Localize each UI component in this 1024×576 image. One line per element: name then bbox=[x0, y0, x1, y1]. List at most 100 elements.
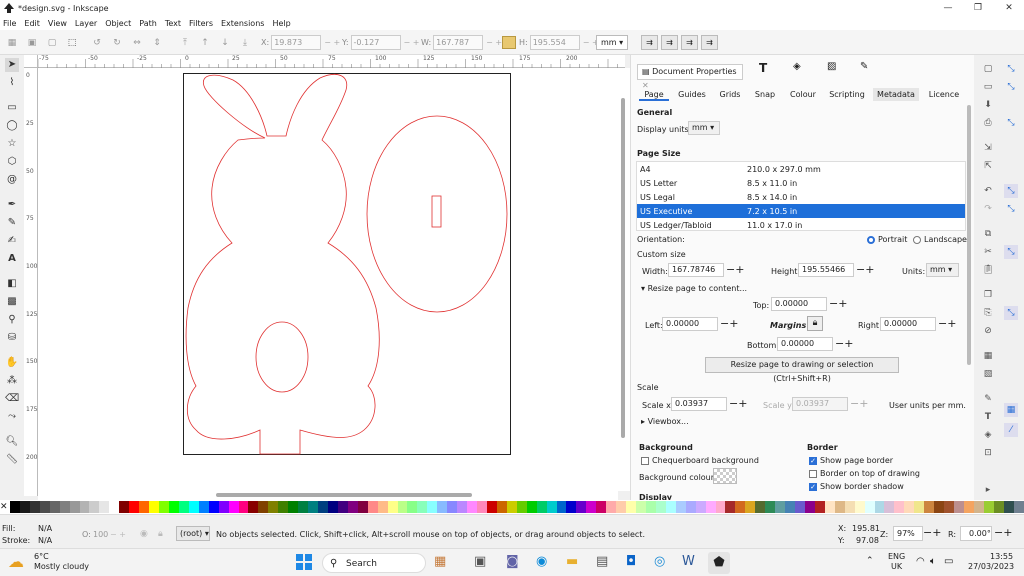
colour-swatch[interactable] bbox=[685, 501, 696, 513]
tab-snap[interactable]: Snap bbox=[751, 88, 779, 101]
open-icon[interactable]: ▭ bbox=[981, 80, 995, 94]
weather-temp[interactable]: 6°C bbox=[34, 552, 49, 561]
margins-lock-icon[interactable]: 🔒︎ bbox=[807, 316, 823, 331]
colour-swatch[interactable] bbox=[486, 501, 497, 513]
colour-swatch[interactable] bbox=[973, 501, 984, 513]
snap-midpoints-icon[interactable]: ⤡ bbox=[1004, 245, 1018, 259]
colour-swatch[interactable] bbox=[586, 501, 597, 513]
tab-grids[interactable]: Grids bbox=[716, 88, 744, 101]
colour-swatch[interactable] bbox=[983, 501, 994, 513]
colour-swatch[interactable] bbox=[854, 501, 865, 513]
menu-view[interactable]: View bbox=[48, 19, 67, 28]
colour-swatch[interactable] bbox=[437, 501, 448, 513]
copy-icon[interactable]: ⧉ bbox=[981, 227, 995, 241]
flip-vertical-icon[interactable]: ⇕ bbox=[152, 38, 162, 48]
colour-swatch[interactable] bbox=[417, 501, 428, 513]
group-icon[interactable]: ▦ bbox=[981, 349, 995, 363]
layers-icon[interactable]: ◈ bbox=[981, 428, 995, 442]
colour-swatch[interactable] bbox=[874, 501, 885, 513]
star-tool-icon[interactable]: ☆ bbox=[5, 137, 19, 151]
colour-swatch[interactable] bbox=[59, 501, 70, 513]
colour-swatch[interactable] bbox=[298, 501, 309, 513]
edge-icon[interactable]: ◉ bbox=[536, 554, 547, 569]
colour-swatch[interactable] bbox=[188, 501, 199, 513]
colour-swatch[interactable] bbox=[636, 501, 646, 513]
colour-swatch[interactable] bbox=[367, 501, 378, 513]
colour-swatch[interactable] bbox=[278, 501, 289, 513]
width-input[interactable]: 167.78746 bbox=[668, 263, 724, 277]
rotation-input[interactable]: 0.00° bbox=[960, 526, 992, 541]
colour-swatch[interactable] bbox=[616, 501, 627, 513]
menu-edit[interactable]: Edit bbox=[24, 19, 40, 28]
colour-swatch[interactable] bbox=[536, 501, 547, 513]
stroke-value[interactable]: N/A bbox=[38, 536, 52, 545]
colour-swatch[interactable] bbox=[139, 501, 150, 513]
colour-swatch[interactable] bbox=[129, 501, 140, 513]
select-all-layers-icon[interactable]: ▣ bbox=[27, 38, 37, 48]
node-tool-icon[interactable]: ⌇ bbox=[5, 76, 19, 90]
scale-x-input[interactable]: 0.03937 bbox=[671, 397, 727, 411]
list-item-selected[interactable]: US Executive 7.2 x 10.5 in bbox=[637, 204, 965, 218]
calligraphy-tool-icon[interactable]: ✍ bbox=[5, 234, 19, 248]
fill-value[interactable]: N/A bbox=[38, 524, 52, 533]
measure-tool-icon[interactable]: 📏︎ bbox=[5, 453, 19, 467]
snap-page-icon[interactable]: ⤡ bbox=[1004, 306, 1018, 320]
colour-swatch[interactable] bbox=[626, 501, 636, 513]
toggle-lock-icon[interactable]: 🔒︎ bbox=[158, 529, 163, 539]
colour-swatch[interactable] bbox=[288, 501, 299, 513]
colour-swatch[interactable] bbox=[318, 501, 328, 513]
wifi-icon[interactable]: ◠ bbox=[916, 556, 925, 567]
background-colour-swatch[interactable] bbox=[713, 468, 737, 484]
units-select[interactable]: mm ▾ bbox=[596, 35, 628, 50]
zoom-stepper[interactable]: −+ bbox=[923, 526, 941, 539]
toggle-visibility-icon[interactable]: ◉ bbox=[140, 529, 148, 539]
height-stepper[interactable]: −+ bbox=[856, 263, 874, 277]
colour-swatch[interactable] bbox=[477, 501, 487, 513]
menu-file[interactable]: File bbox=[3, 19, 16, 28]
right-input[interactable]: 0.00000 bbox=[880, 317, 936, 331]
inkscape-taskbar-icon[interactable]: ⬟ bbox=[708, 552, 730, 574]
left-input[interactable]: 0.00000 bbox=[662, 317, 718, 331]
selector-tool-icon[interactable]: ➤ bbox=[5, 58, 19, 72]
colour-swatch[interactable] bbox=[894, 501, 905, 513]
zoom-input[interactable]: 97% bbox=[893, 526, 923, 541]
colour-swatch[interactable] bbox=[457, 501, 468, 513]
colour-swatch[interactable] bbox=[268, 501, 279, 513]
colour-swatch[interactable] bbox=[99, 501, 110, 513]
3d-box-tool-icon[interactable]: ⬡ bbox=[5, 155, 19, 169]
snap-guide-icon[interactable]: ⁄ bbox=[1004, 423, 1018, 437]
colour-swatch[interactable] bbox=[725, 501, 736, 513]
text-font-icon[interactable]: T bbox=[981, 410, 995, 424]
colour-swatch[interactable] bbox=[39, 501, 50, 513]
menu-object[interactable]: Object bbox=[105, 19, 131, 28]
colour-palette[interactable]: ✕ bbox=[0, 500, 1024, 514]
colour-swatch[interactable] bbox=[785, 501, 795, 513]
colour-swatch[interactable] bbox=[755, 501, 766, 513]
colour-swatch[interactable] bbox=[228, 501, 239, 513]
vertical-scrollbar[interactable] bbox=[618, 68, 630, 491]
text-tool-icon[interactable]: A bbox=[5, 252, 19, 266]
cut-icon[interactable]: ✂ bbox=[981, 245, 995, 259]
colour-swatch[interactable] bbox=[447, 501, 458, 513]
flip-horizontal-icon[interactable]: ⇔ bbox=[132, 38, 142, 48]
snap-paths-icon[interactable]: ⤡ bbox=[1004, 184, 1018, 198]
scale-y-stepper[interactable]: −+ bbox=[850, 397, 868, 411]
panel-tab-document-properties[interactable]: ▤ Document Properties ✕ bbox=[637, 64, 743, 90]
colour-swatch[interactable] bbox=[834, 501, 845, 513]
raise-icon[interactable]: ↑ bbox=[200, 38, 210, 48]
menu-filters[interactable]: Filters bbox=[189, 19, 213, 28]
bottom-input[interactable]: 0.00000 bbox=[777, 337, 833, 351]
snap-nodes-icon[interactable]: ⤡ bbox=[1004, 116, 1018, 130]
widgets-app-icon[interactable]: ▦ bbox=[434, 554, 446, 569]
colour-swatch[interactable] bbox=[606, 501, 617, 513]
colour-swatch[interactable] bbox=[407, 501, 418, 513]
colour-swatch[interactable] bbox=[347, 501, 358, 513]
colour-swatch[interactable] bbox=[745, 501, 756, 513]
outlook-icon[interactable]: ◘ bbox=[626, 554, 636, 569]
colour-swatch[interactable] bbox=[427, 501, 438, 513]
colour-swatch[interactable] bbox=[914, 501, 925, 513]
paste-icon[interactable]: 📋︎ bbox=[981, 263, 995, 277]
unlink-clone-icon[interactable]: ⊘ bbox=[981, 324, 995, 338]
snap-intersections-icon[interactable]: ⤡ bbox=[1004, 202, 1018, 216]
teams-icon[interactable]: ◙ bbox=[506, 554, 519, 569]
